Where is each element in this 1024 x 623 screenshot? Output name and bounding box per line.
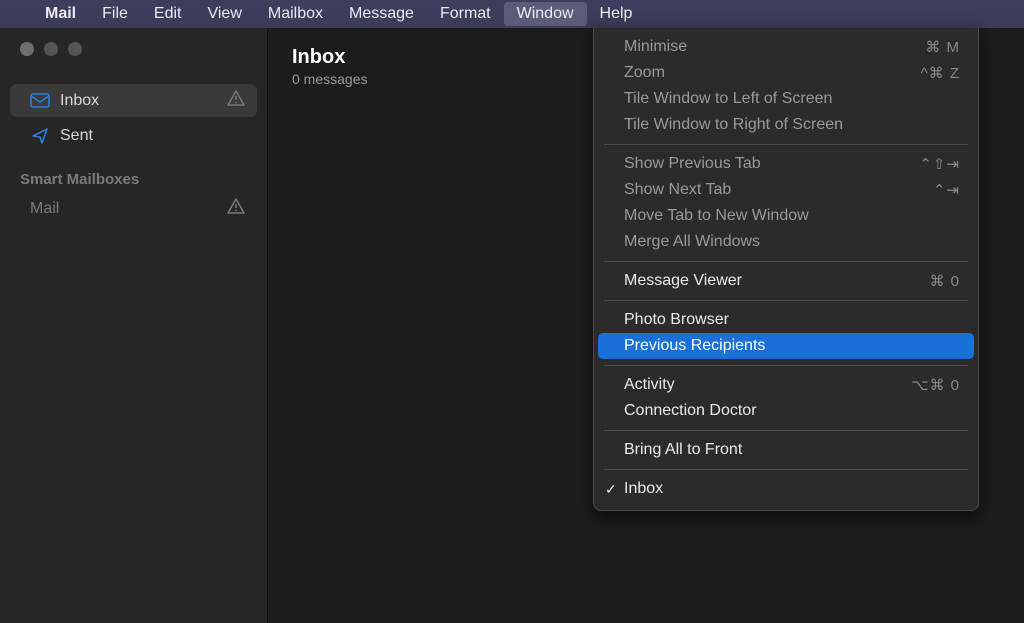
menu-item-label: Message Viewer bbox=[624, 272, 742, 290]
sidebar: Inbox Sent Smart Mailboxes Mail bbox=[0, 28, 268, 623]
menu-item-label: Zoom bbox=[624, 64, 665, 82]
menu-item-connection-doctor[interactable]: Connection Doctor bbox=[594, 398, 978, 424]
menu-item-shortcut: ⌃⇥ bbox=[933, 181, 960, 199]
sidebar-item-label: Mail bbox=[30, 200, 59, 218]
inbox-icon bbox=[30, 93, 50, 108]
menu-item-photo-browser[interactable]: Photo Browser bbox=[594, 307, 978, 333]
menu-item-label: Tile Window to Right of Screen bbox=[624, 116, 843, 134]
minimise-button[interactable] bbox=[44, 42, 58, 56]
menu-item-label: Tile Window to Left of Screen bbox=[624, 90, 832, 108]
menu-item-label: Merge All Windows bbox=[624, 233, 760, 251]
menu-item-show-next-tab[interactable]: Show Next Tab ⌃⇥ bbox=[594, 177, 978, 203]
menu-item-message-viewer[interactable]: Message Viewer ⌘ 0 bbox=[594, 268, 978, 294]
menu-view[interactable]: View bbox=[194, 2, 254, 26]
sidebar-item-sent[interactable]: Sent bbox=[10, 121, 257, 151]
menu-item-merge-windows[interactable]: Merge All Windows bbox=[594, 229, 978, 255]
menu-mailbox[interactable]: Mailbox bbox=[255, 2, 336, 26]
sidebar-item-label: Inbox bbox=[60, 92, 99, 110]
zoom-button[interactable] bbox=[68, 42, 82, 56]
menu-separator bbox=[604, 261, 968, 262]
menu-item-shortcut: ⌃⇧⇥ bbox=[919, 155, 960, 173]
warning-icon bbox=[227, 198, 245, 219]
sidebar-section-smart: Smart Mailboxes bbox=[0, 155, 267, 192]
menu-item-label: Photo Browser bbox=[624, 311, 729, 329]
menubar: Mail File Edit View Mailbox Message Form… bbox=[0, 0, 1024, 28]
window-menu-dropdown: Minimise ⌘ M Zoom ^⌘ Z Tile Window to Le… bbox=[593, 28, 979, 511]
sidebar-item-inbox[interactable]: Inbox bbox=[10, 84, 257, 117]
menu-item-zoom[interactable]: Zoom ^⌘ Z bbox=[594, 60, 978, 86]
menu-item-label: Show Next Tab bbox=[624, 181, 731, 199]
check-icon: ✓ bbox=[605, 481, 617, 498]
menu-item-label: Move Tab to New Window bbox=[624, 207, 809, 225]
menu-item-show-prev-tab[interactable]: Show Previous Tab ⌃⇧⇥ bbox=[594, 151, 978, 177]
menu-item-tile-right[interactable]: Tile Window to Right of Screen bbox=[594, 112, 978, 138]
menu-format[interactable]: Format bbox=[427, 2, 504, 26]
menu-item-label: Minimise bbox=[624, 38, 687, 56]
menu-item-shortcut: ^⌘ Z bbox=[921, 64, 960, 82]
menu-edit[interactable]: Edit bbox=[141, 2, 195, 26]
menu-item-label: Activity bbox=[624, 376, 675, 394]
menu-item-label: Connection Doctor bbox=[624, 402, 757, 420]
sidebar-section-mail[interactable]: Mail bbox=[10, 192, 257, 225]
menu-separator bbox=[604, 365, 968, 366]
menu-item-minimise[interactable]: Minimise ⌘ M bbox=[594, 34, 978, 60]
menu-item-label: Inbox bbox=[624, 480, 663, 498]
menu-window[interactable]: Window bbox=[504, 2, 587, 26]
menu-item-label: Bring All to Front bbox=[624, 441, 742, 459]
traffic-lights bbox=[0, 42, 267, 56]
menu-item-bring-to-front[interactable]: Bring All to Front bbox=[594, 437, 978, 463]
menu-help[interactable]: Help bbox=[587, 2, 646, 26]
menu-item-shortcut: ⌘ M bbox=[925, 38, 960, 56]
menu-file[interactable]: File bbox=[89, 2, 141, 26]
warning-icon bbox=[227, 90, 245, 111]
menu-item-move-tab[interactable]: Move Tab to New Window bbox=[594, 203, 978, 229]
menu-item-label: Show Previous Tab bbox=[624, 155, 761, 173]
menu-separator bbox=[604, 430, 968, 431]
menu-separator bbox=[604, 300, 968, 301]
menu-item-shortcut: ⌥⌘ 0 bbox=[911, 376, 960, 394]
sent-icon bbox=[30, 127, 50, 145]
menu-separator bbox=[604, 144, 968, 145]
menu-item-label: Previous Recipients bbox=[624, 337, 765, 355]
menu-item-inbox-window[interactable]: ✓ Inbox bbox=[594, 476, 978, 502]
menu-message[interactable]: Message bbox=[336, 2, 427, 26]
menu-item-shortcut: ⌘ 0 bbox=[929, 272, 960, 290]
menu-item-activity[interactable]: Activity ⌥⌘ 0 bbox=[594, 372, 978, 398]
menu-separator bbox=[604, 469, 968, 470]
menu-item-tile-left[interactable]: Tile Window to Left of Screen bbox=[594, 86, 978, 112]
menu-mail[interactable]: Mail bbox=[32, 2, 89, 26]
close-button[interactable] bbox=[20, 42, 34, 56]
sidebar-item-label: Sent bbox=[60, 127, 93, 145]
menu-item-previous-recipients[interactable]: Previous Recipients bbox=[598, 333, 974, 359]
